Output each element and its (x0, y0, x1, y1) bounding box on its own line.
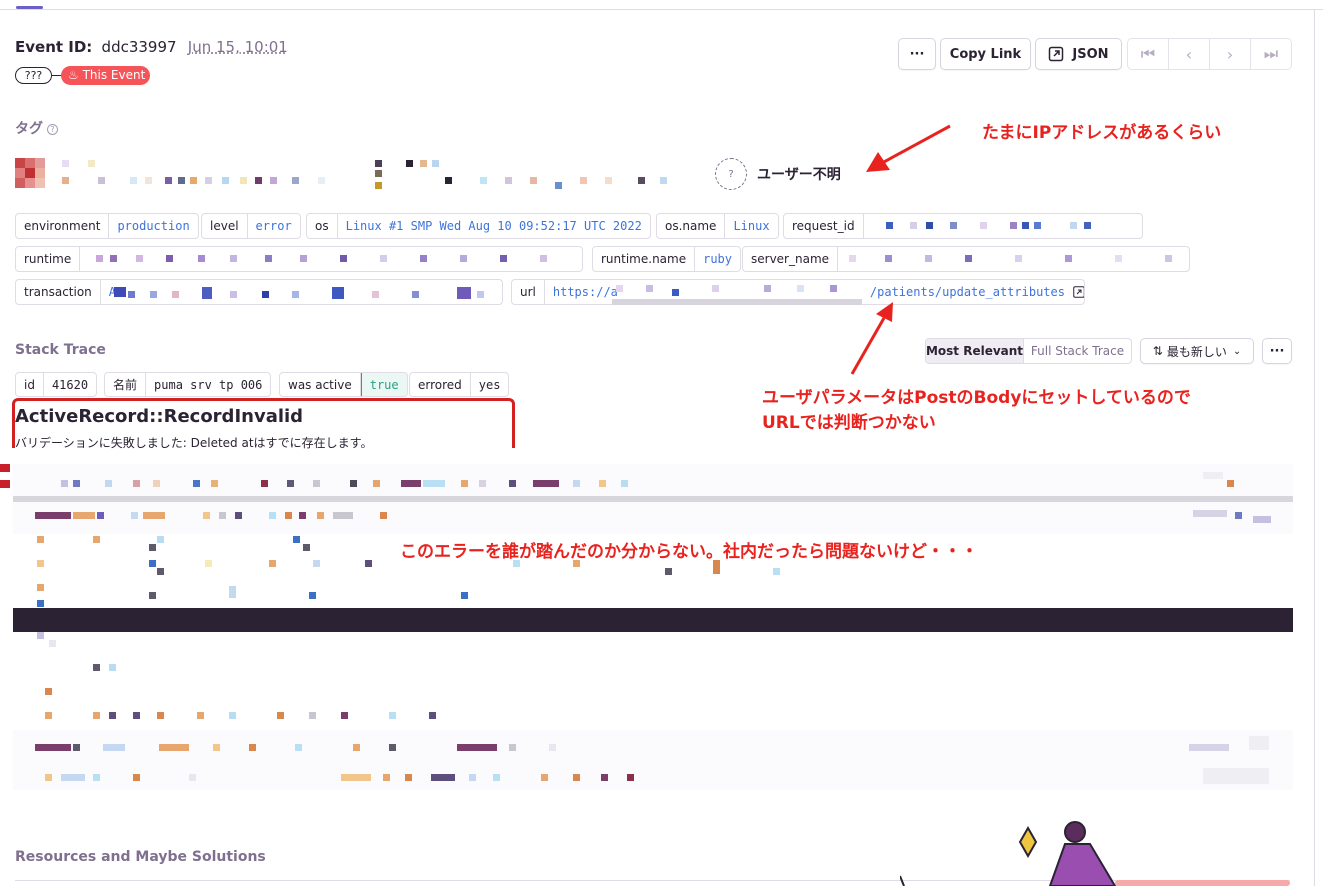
arrow-to-url-icon (850, 302, 893, 375)
annotation-arrows (850, 124, 951, 375)
arrow-to-user-icon (866, 124, 951, 172)
